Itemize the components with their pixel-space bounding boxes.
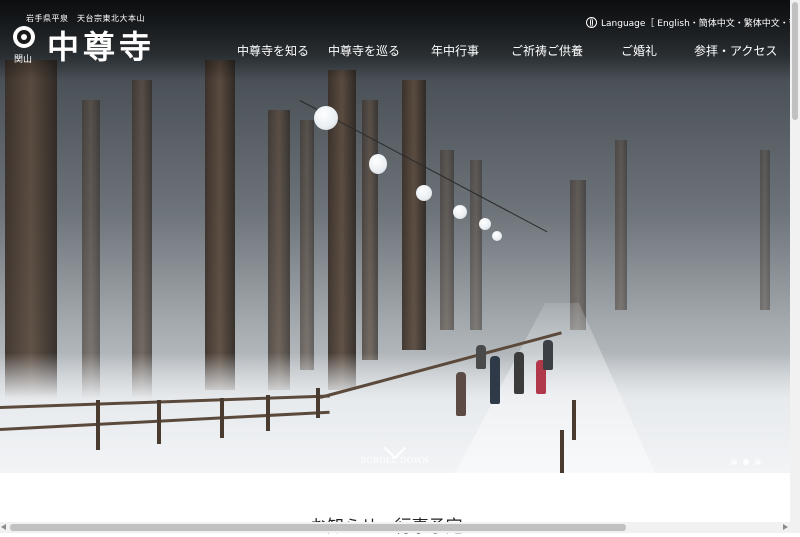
paper-lantern — [492, 231, 502, 241]
tree-trunk — [470, 160, 482, 330]
language-selector[interactable]: Language［ English・簡体中文・繁体中文・한국어 ］ — [586, 16, 800, 29]
fence-post — [220, 398, 224, 438]
nav-item-prayer[interactable]: ご祈祷ご供養 — [511, 42, 583, 58]
fence-post — [266, 395, 270, 431]
fence-post — [157, 400, 161, 444]
slide-dot[interactable] — [755, 459, 761, 465]
site-logo[interactable]: 中尊寺 — [47, 22, 155, 68]
scroll-right-icon[interactable] — [783, 524, 788, 530]
slide-dot-active[interactable] — [743, 459, 749, 465]
slide-dot[interactable] — [731, 459, 737, 465]
tree-trunk — [268, 110, 290, 390]
crest-icon[interactable] — [13, 26, 35, 48]
tree-trunk — [300, 120, 314, 370]
vertical-scrollbar-thumb[interactable] — [792, 2, 798, 120]
visitor-figure — [543, 340, 553, 370]
nav-item-tour[interactable]: 中尊寺を巡る — [328, 42, 400, 58]
scroll-down-button[interactable]: SCROLL DOWN — [355, 436, 435, 465]
fence-post — [560, 430, 564, 473]
nav-item-events[interactable]: 年中行事 — [431, 42, 479, 58]
paper-lantern — [479, 218, 491, 230]
visitor-figure — [490, 356, 500, 404]
nav-item-access[interactable]: 参拝・アクセス — [694, 42, 777, 58]
horizontal-scrollbar-thumb[interactable] — [10, 524, 626, 531]
globe-icon — [586, 17, 597, 28]
visitor-figure — [476, 345, 486, 369]
tree-trunk — [205, 60, 235, 390]
horizontal-scrollbar[interactable] — [0, 522, 790, 533]
vertical-scrollbar[interactable] — [790, 0, 800, 533]
scroll-left-icon[interactable] — [1, 524, 6, 530]
tree-trunk — [615, 140, 627, 310]
language-label[interactable]: Language［ English・簡体中文・繁体中文・한국어 ］ — [601, 19, 800, 29]
visitor-figure — [456, 372, 466, 416]
visitor-figure — [514, 352, 524, 394]
tree-trunk — [402, 80, 426, 350]
site-header: 岩手県平泉 天台宗東北大本山 関山 中尊寺 Language［ English・… — [0, 0, 800, 80]
nav-item-about[interactable]: 中尊寺を知る — [237, 42, 309, 58]
paper-lantern — [416, 185, 432, 201]
tree-trunk — [760, 150, 770, 310]
mountain-name: 関山 — [14, 55, 33, 65]
nav-item-wedding[interactable]: ご婚礼 — [621, 42, 657, 58]
paper-lantern — [453, 205, 467, 219]
slide-indicator — [731, 450, 767, 469]
paper-lantern — [369, 154, 387, 174]
tree-trunk — [362, 100, 378, 360]
fence-post — [572, 400, 576, 440]
fence-post — [96, 400, 100, 450]
fence-post — [316, 388, 320, 418]
paper-lantern — [314, 106, 338, 130]
